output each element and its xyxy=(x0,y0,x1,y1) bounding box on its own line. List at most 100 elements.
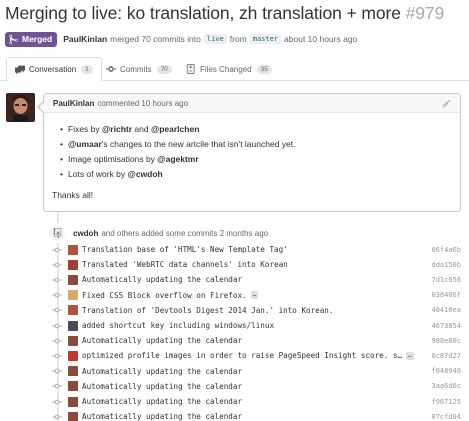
tab-commits-label: Commits xyxy=(120,64,152,74)
tab-commits[interactable]: Commits 70 xyxy=(98,57,180,81)
git-merge-icon xyxy=(9,34,18,44)
commit-message[interactable]: Automatically updating the calendar xyxy=(82,397,242,406)
tab-commits-count: 70 xyxy=(156,64,172,74)
commit-author-avatar[interactable] xyxy=(68,396,78,407)
commit-sha[interactable]: 07cfd94 xyxy=(431,413,461,421)
commit-sha[interactable]: 988e80c xyxy=(431,337,461,345)
tab-conversation-count: 1 xyxy=(81,65,93,74)
commit-author-avatar[interactable] xyxy=(68,290,78,301)
item-text: 's changes to the new artcile that isn't… xyxy=(101,139,296,149)
commit-message[interactable]: Automatically updating the calendar xyxy=(82,336,242,345)
expand-ellipsis-button[interactable]: … xyxy=(250,291,259,300)
user-mention[interactable]: @pearlchen xyxy=(151,124,199,134)
pr-title: Merging to live: ko translation, zh tran… xyxy=(5,2,467,24)
user-mention[interactable]: @agektmr xyxy=(157,154,198,164)
commit-sha[interactable]: 4673854 xyxy=(431,322,461,330)
event-author[interactable]: cwdoh xyxy=(73,229,98,238)
commit-message[interactable]: Automatically updating the calendar xyxy=(82,412,242,421)
commit-author-avatar[interactable] xyxy=(68,381,78,392)
state-badge: Merged xyxy=(5,31,58,47)
comment-author[interactable]: PaulKinlan xyxy=(53,99,94,108)
commit-sha[interactable]: 038406f xyxy=(431,291,461,299)
from-text: from xyxy=(229,34,247,44)
commit-author-avatar[interactable] xyxy=(68,366,78,377)
commit-message[interactable]: Translation of 'Devtools Digest 2014 Jan… xyxy=(82,306,333,315)
diff-icon xyxy=(186,64,195,74)
list-item: Image optimisations by @agektmr xyxy=(60,152,452,167)
commit-row: Automatically updating the calendar 07cfd… xyxy=(47,409,465,421)
commit-row: Automatically updating the calendar 988e8… xyxy=(47,333,465,348)
commit-row: Fixed CSS Block overflow on Firefox.… 038… xyxy=(47,288,465,303)
commit-row: Automatically updating the calendar f9671… xyxy=(47,394,465,409)
commit-message[interactable]: Automatically updating the calendar xyxy=(82,382,242,391)
commit-sha[interactable]: 40410ea xyxy=(431,306,461,314)
pr-number: #979 xyxy=(405,3,445,23)
base-branch[interactable]: live xyxy=(203,34,227,44)
commit-author-avatar[interactable] xyxy=(68,335,78,346)
avatar-image xyxy=(6,93,35,122)
commit-row: optimized profile images in order to rai… xyxy=(47,348,465,363)
pr-title-text: Merging to live: ko translation, zh tran… xyxy=(5,3,401,23)
commit-message[interactable]: Automatically updating the calendar xyxy=(82,367,242,376)
git-commit-icon xyxy=(47,350,67,362)
commit-author-avatar[interactable] xyxy=(68,411,78,421)
user-mention[interactable]: @cwdoh xyxy=(128,169,163,179)
user-mention[interactable]: @umaar xyxy=(68,139,102,149)
commit-author-avatar[interactable] xyxy=(68,259,78,270)
git-commit-icon xyxy=(106,65,116,73)
commit-message[interactable]: optimized profile images in order to rai… xyxy=(82,351,402,360)
commit-sha[interactable]: dda150b xyxy=(431,261,461,269)
comment-header: PaulKinlan commented 10 hours ago xyxy=(44,94,460,113)
commit-sha[interactable]: 06f4a6b xyxy=(431,246,461,254)
head-branch[interactable]: master xyxy=(249,34,282,44)
commit-sha[interactable]: f048940 xyxy=(431,367,461,375)
git-commit-icon xyxy=(47,396,67,408)
commit-author-avatar[interactable] xyxy=(68,274,78,285)
comment-time: commented 10 hours ago xyxy=(97,98,189,108)
commit-row: Automatically updating the calendar 7d1c6… xyxy=(47,272,465,287)
commit-row: Automatically updating the calendar f0489… xyxy=(47,364,465,379)
commit-sha[interactable]: f967125 xyxy=(431,398,461,406)
git-commit-icon xyxy=(47,411,67,421)
commit-message[interactable]: Translation base of 'HTML's New Template… xyxy=(82,245,288,254)
item-text: and xyxy=(132,124,151,134)
comment-list: Fixes by @richtr and @pearlchen @umaar's… xyxy=(60,122,452,182)
commit-row: Translation of 'Devtools Digest 2014 Jan… xyxy=(47,303,465,318)
comment-body: Fixes by @richtr and @pearlchen @umaar's… xyxy=(44,113,460,200)
expand-ellipsis-button[interactable]: … xyxy=(406,351,414,360)
git-commit-icon xyxy=(47,304,67,316)
commit-message[interactable]: added shortcut key including windows/lin… xyxy=(82,321,274,330)
commit-author-avatar[interactable] xyxy=(68,320,78,331)
pr-tabs: Conversation 1 Commits 70 Files Changed … xyxy=(0,55,469,82)
commit-message[interactable]: Automatically updating the calendar xyxy=(82,275,242,284)
git-commit-icon xyxy=(47,365,67,377)
commit-author-avatar[interactable] xyxy=(68,305,78,316)
avatar[interactable] xyxy=(6,93,35,122)
commit-sha[interactable]: 3aa6d6c xyxy=(431,382,461,390)
item-text: Fixes by xyxy=(68,124,103,134)
tab-files-changed[interactable]: Files Changed 35 xyxy=(178,57,280,81)
git-commit-icon xyxy=(47,320,67,332)
tab-conversation-label: Conversation xyxy=(29,65,77,74)
merged-time: about 10 hours ago xyxy=(284,34,358,44)
pencil-icon[interactable] xyxy=(442,99,451,108)
commit-row: Automatically updating the calendar 3aa6d… xyxy=(47,379,465,394)
commit-sha[interactable]: 0c87d27 xyxy=(431,352,461,360)
commit-message[interactable]: Translated 'WebRTC data channels' into K… xyxy=(82,260,288,269)
commit-row: Translation base of 'HTML's New Template… xyxy=(47,242,465,257)
git-commit-icon xyxy=(47,274,67,286)
commit-row: Translated 'WebRTC data channels' into K… xyxy=(47,257,465,272)
commit-message[interactable]: Fixed CSS Block overflow on Firefox. xyxy=(82,291,247,300)
comment-box: PaulKinlan commented 10 hours ago Fixes … xyxy=(37,93,461,212)
commit-author-avatar[interactable] xyxy=(68,244,78,255)
tab-conversation[interactable]: Conversation 1 xyxy=(6,57,102,82)
commit-row: added shortcut key including windows/lin… xyxy=(47,318,465,333)
commit-author-avatar[interactable] xyxy=(68,350,78,361)
pr-meta: Merged PaulKinlan merged 70 commits into… xyxy=(5,31,357,47)
user-mention[interactable]: @richtr xyxy=(102,124,132,134)
comment-discussion-icon xyxy=(15,65,25,74)
git-commit-icon xyxy=(47,244,67,256)
commit-sha[interactable]: 7d1c656 xyxy=(431,276,461,284)
comment-closing: Thanks all! xyxy=(52,190,94,200)
pr-author-link[interactable]: PaulKinlan xyxy=(63,34,107,44)
